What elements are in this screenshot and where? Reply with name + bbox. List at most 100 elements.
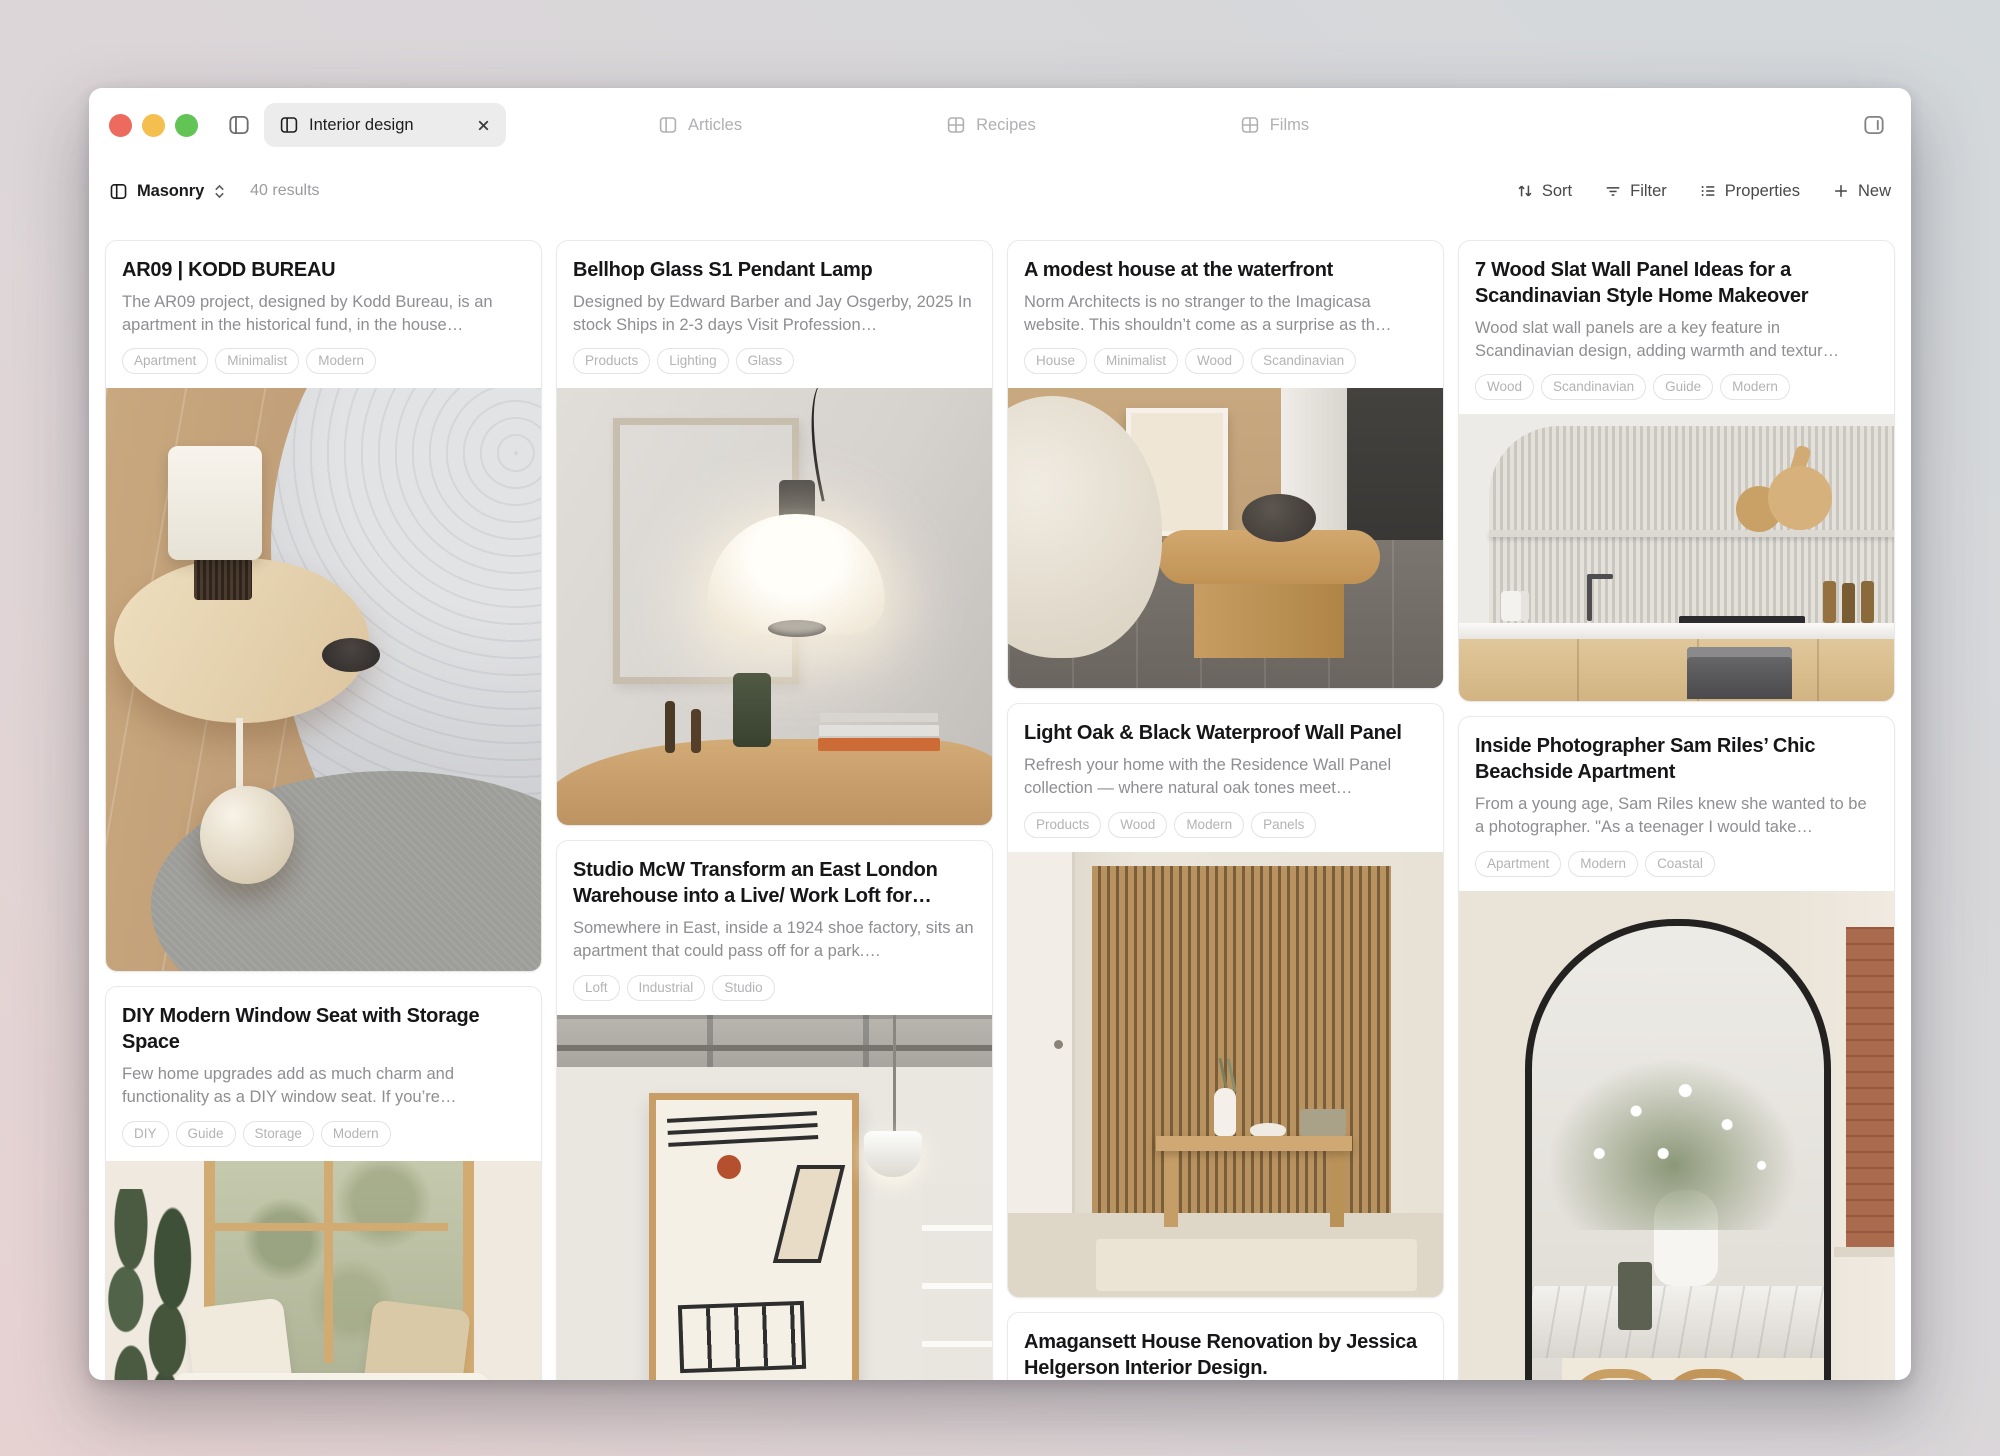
tab-label: Films	[1270, 117, 1309, 134]
tag: Minimalist	[1094, 348, 1178, 374]
card-image	[1459, 414, 1894, 701]
desktop-background: Interior design Articles	[0, 0, 2000, 1456]
card-tags: DIY Guide Storage Modern	[122, 1121, 525, 1147]
tag: House	[1024, 348, 1087, 374]
toolbar-actions: Sort Filter	[1516, 182, 1891, 201]
sidebar-toggle-button[interactable]	[222, 108, 256, 142]
tag: Guide	[176, 1121, 236, 1147]
grid-icon	[946, 115, 966, 135]
tag: Storage	[243, 1121, 314, 1147]
card-title: Bellhop Glass S1 Pendant Lamp	[573, 257, 976, 283]
grid-column: 7 Wood Slat Wall Panel Ideas for a Scand…	[1458, 240, 1895, 1380]
card-woodslat[interactable]: 7 Wood Slat Wall Panel Ideas for a Scand…	[1458, 240, 1895, 702]
card-image	[557, 1015, 992, 1380]
tag: Lighting	[657, 348, 728, 374]
tag: Modern	[306, 348, 376, 374]
tag: Modern	[1174, 812, 1244, 838]
card-bellhop[interactable]: Bellhop Glass S1 Pendant Lamp Designed b…	[556, 240, 993, 826]
window-controls	[109, 114, 198, 137]
tag: Panels	[1251, 812, 1316, 838]
tab-label: Interior design	[309, 117, 466, 134]
card-body: Studio McW Transform an East London Ware…	[557, 841, 992, 1014]
card-samriles[interactable]: Inside Photographer Sam Riles’ Chic Beac…	[1458, 716, 1895, 1380]
plus-icon	[1832, 182, 1850, 200]
tab-articles[interactable]: Articles	[658, 115, 742, 135]
card-title: DIY Modern Window Seat with Storage Spac…	[122, 1003, 525, 1055]
tab-label: Articles	[688, 117, 742, 134]
sidebar-left-icon	[226, 112, 252, 138]
card-tags: Apartment Minimalist Modern	[122, 348, 525, 374]
card-description: Wood slat wall panels are a key feature …	[1475, 317, 1878, 362]
tag: Products	[573, 348, 650, 374]
card-image	[557, 388, 992, 825]
card-body: DIY Modern Window Seat with Storage Spac…	[106, 987, 541, 1160]
card-diy[interactable]: DIY Modern Window Seat with Storage Spac…	[105, 986, 542, 1380]
filter-label: Filter	[1630, 182, 1667, 201]
card-body: 7 Wood Slat Wall Panel Ideas for a Scand…	[1459, 241, 1894, 414]
tag: Wood	[1185, 348, 1244, 374]
tag: Apartment	[122, 348, 208, 374]
card-description: The AR09 project, designed by Kodd Burea…	[122, 291, 525, 336]
new-button[interactable]: New	[1832, 182, 1891, 201]
tag: Modern	[321, 1121, 391, 1147]
card-image	[106, 1161, 541, 1380]
properties-list-icon	[1699, 182, 1717, 200]
tag: DIY	[122, 1121, 169, 1147]
card-mcw[interactable]: Studio McW Transform an East London Ware…	[556, 840, 993, 1380]
close-tab-icon[interactable]	[476, 118, 491, 133]
card-tags: Wood Scandinavian Guide Modern	[1475, 374, 1878, 400]
card-body: Light Oak & Black Waterproof Wall Panel …	[1008, 704, 1443, 851]
card-lightoak[interactable]: Light Oak & Black Waterproof Wall Panel …	[1007, 703, 1444, 1297]
card-body: AR09 | KODD BUREAU The AR09 project, des…	[106, 241, 541, 388]
card-tags: Apartment Modern Coastal	[1475, 851, 1878, 877]
card-description: From a young age, Sam Riles knew she wan…	[1475, 793, 1878, 838]
card-description: Somewhere in East, inside a 1924 shoe fa…	[573, 917, 976, 962]
sort-button[interactable]: Sort	[1516, 182, 1572, 201]
card-body: Bellhop Glass S1 Pendant Lamp Designed b…	[557, 241, 992, 388]
card-title: Inside Photographer Sam Riles’ Chic Beac…	[1475, 733, 1878, 785]
card-image	[106, 388, 541, 971]
tab-label: Recipes	[976, 117, 1036, 134]
masonry-view-icon	[109, 182, 128, 201]
card-body: Amagansett House Renovation by Jessica H…	[1008, 1313, 1443, 1380]
tab-films[interactable]: Films	[1240, 115, 1309, 135]
collection-icon	[279, 115, 299, 135]
card-image	[1459, 891, 1894, 1380]
card-image	[1008, 852, 1443, 1297]
card-body: A modest house at the waterfront Norm Ar…	[1008, 241, 1443, 388]
view-switcher-label: Masonry	[137, 182, 204, 201]
tag: Wood	[1475, 374, 1534, 400]
traffic-light-minimize[interactable]	[142, 114, 165, 137]
tag: Wood	[1108, 812, 1167, 838]
card-modest[interactable]: A modest house at the waterfront Norm Ar…	[1007, 240, 1444, 689]
card-description: Designed by Edward Barber and Jay Osgerb…	[573, 291, 976, 336]
tab-interior-design[interactable]: Interior design	[264, 103, 506, 147]
view-switcher[interactable]: Masonry	[109, 182, 226, 201]
tag: Coastal	[1645, 851, 1715, 877]
filter-button[interactable]: Filter	[1604, 182, 1667, 201]
traffic-light-close[interactable]	[109, 114, 132, 137]
tab-recipes[interactable]: Recipes	[946, 115, 1036, 135]
tag: Modern	[1568, 851, 1638, 877]
sort-label: Sort	[1542, 182, 1572, 201]
traffic-light-zoom[interactable]	[175, 114, 198, 137]
card-title: Amagansett House Renovation by Jessica H…	[1024, 1329, 1427, 1380]
card-title: A modest house at the waterfront	[1024, 257, 1427, 283]
properties-label: Properties	[1725, 182, 1800, 201]
masonry-grid: AR09 | KODD BUREAU The AR09 project, des…	[89, 220, 1911, 1380]
right-panel-toggle-button[interactable]	[1857, 108, 1891, 142]
card-body: Inside Photographer Sam Riles’ Chic Beac…	[1459, 717, 1894, 890]
grid-icon	[1240, 115, 1260, 135]
window-titlebar: Interior design Articles	[89, 88, 1911, 162]
properties-button[interactable]: Properties	[1699, 182, 1800, 201]
tag: Industrial	[627, 975, 706, 1001]
card-title: AR09 | KODD BUREAU	[122, 257, 525, 283]
app-window: Interior design Articles	[89, 88, 1911, 1380]
sidebar-right-icon	[1861, 112, 1887, 138]
tag: Guide	[1653, 374, 1713, 400]
grid-column: Bellhop Glass S1 Pendant Lamp Designed b…	[556, 240, 993, 1380]
card-description: Refresh your home with the Residence Wal…	[1024, 754, 1427, 799]
card-amagansett[interactable]: Amagansett House Renovation by Jessica H…	[1007, 1312, 1444, 1380]
card-ar09[interactable]: AR09 | KODD BUREAU The AR09 project, des…	[105, 240, 542, 972]
view-toolbar: Masonry 40 results Sort	[89, 162, 1911, 220]
